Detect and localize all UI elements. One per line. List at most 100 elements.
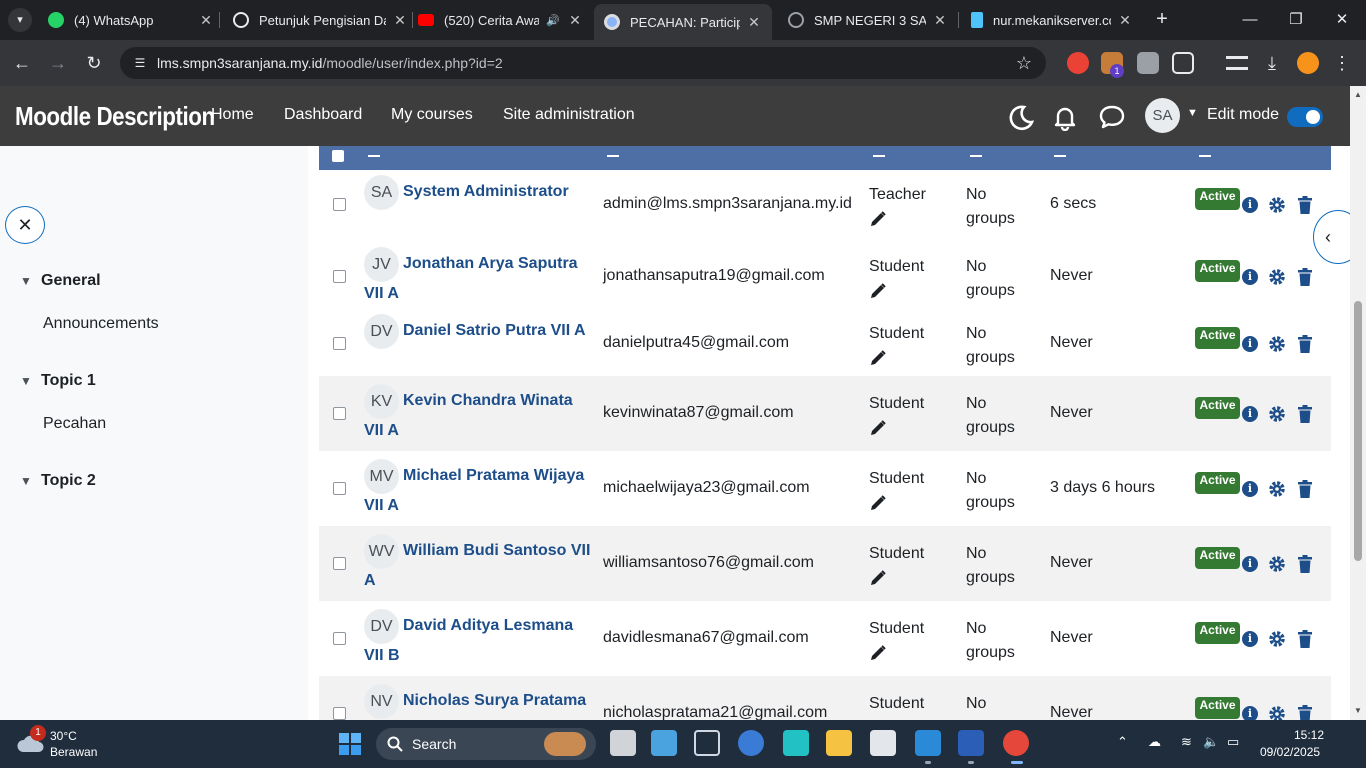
gear-icon[interactable]	[1268, 705, 1286, 720]
moon-icon[interactable]	[1007, 103, 1035, 131]
chevron-up-icon[interactable]: ⌃	[1117, 734, 1128, 750]
scroll-down-arrow[interactable]: ▼	[1353, 706, 1363, 715]
chevron-down-icon[interactable]: ▼	[20, 274, 34, 288]
close-icon[interactable]: ✕	[567, 12, 583, 29]
taskbar-search[interactable]: Search	[376, 728, 596, 760]
forward-button[interactable]: →	[46, 51, 70, 75]
tab-whatsapp[interactable]: (4) WhatsApp ✕	[48, 6, 214, 34]
user-fullname-link[interactable]: David Aditya Lesmana VII B	[364, 611, 594, 671]
sort-indicator[interactable]	[970, 155, 982, 157]
chevron-down-icon[interactable]: ▼	[20, 474, 34, 488]
pencil-icon[interactable]	[869, 494, 887, 512]
tab-search-button[interactable]: ▾	[8, 8, 32, 32]
user-fullname-link[interactable]: Kevin Chandra Winata VII A	[364, 386, 594, 446]
temperature[interactable]: 30°C	[50, 729, 77, 743]
scroll-thumb[interactable]	[1354, 301, 1362, 561]
nav-home[interactable]: Home	[211, 106, 254, 124]
app-icon[interactable]	[738, 730, 764, 756]
close-icon[interactable]: ✕	[746, 14, 762, 31]
nav-site-administration[interactable]: Site administration	[503, 106, 635, 124]
virtualbox-icon[interactable]	[694, 730, 720, 756]
tab-pecahan-participants[interactable]: PECAHAN: Participan ✕	[594, 4, 772, 40]
app-icon[interactable]	[783, 730, 809, 756]
close-icon[interactable]: ✕	[932, 12, 948, 29]
user-avatar[interactable]: SA	[1145, 98, 1180, 133]
window-close-button[interactable]: ✕	[1330, 8, 1354, 32]
kebab-menu-icon[interactable]: ⋮	[1330, 51, 1354, 75]
new-tab-button[interactable]: +	[1150, 8, 1174, 32]
tab-mekanikserver[interactable]: nur.mekanikserver.co ✕	[971, 6, 1133, 34]
gear-icon[interactable]	[1268, 630, 1286, 648]
chat-bubble-icon[interactable]	[1098, 103, 1126, 131]
row-select-checkbox[interactable]	[333, 707, 346, 720]
bitcoin-icon[interactable]	[1297, 52, 1319, 74]
pencil-icon[interactable]	[869, 210, 887, 228]
speaker-icon[interactable]: 🔊	[545, 14, 561, 27]
scroll-up-arrow[interactable]: ▲	[1353, 90, 1363, 99]
row-select-checkbox[interactable]	[333, 557, 346, 570]
select-all-checkbox[interactable]	[332, 150, 344, 162]
pencil-icon[interactable]	[869, 569, 887, 587]
bookmark-star-icon[interactable]: ☆	[1016, 53, 1032, 74]
gear-icon[interactable]	[1268, 335, 1286, 353]
sort-indicator[interactable]	[1199, 155, 1211, 157]
maximize-button[interactable]: ❐	[1284, 8, 1308, 32]
pencil-icon[interactable]	[869, 282, 887, 300]
reading-list-icon[interactable]	[1226, 56, 1248, 70]
user-fullname-link[interactable]: Daniel Satrio Putra VII A	[364, 316, 594, 346]
puzzle-icon[interactable]	[1172, 52, 1194, 74]
trash-icon[interactable]	[1297, 705, 1313, 720]
clock-date[interactable]: 09/02/2025	[1260, 745, 1320, 759]
trash-icon[interactable]	[1297, 405, 1313, 423]
task-view-icon[interactable]	[610, 730, 636, 756]
widgets-app-icon[interactable]	[651, 730, 677, 756]
tab-smp-negeri[interactable]: SMP NEGERI 3 SARAN ✕	[788, 6, 948, 34]
word-icon[interactable]	[958, 730, 984, 756]
minimize-button[interactable]: —	[1238, 8, 1262, 32]
sort-indicator[interactable]	[873, 155, 885, 157]
trash-icon[interactable]	[1297, 480, 1313, 498]
user-fullname-link[interactable]: Michael Pratama Wijaya VII A	[364, 461, 594, 521]
chevron-down-icon[interactable]: ▼	[1187, 107, 1198, 119]
vscode-icon[interactable]	[915, 730, 941, 756]
info-icon[interactable]: i	[1242, 269, 1258, 285]
row-select-checkbox[interactable]	[333, 337, 346, 350]
bell-icon[interactable]	[1051, 103, 1079, 131]
extension-icon[interactable]	[1067, 52, 1089, 74]
close-icon[interactable]: ✕	[198, 12, 214, 29]
pencil-icon[interactable]	[869, 419, 887, 437]
trash-icon[interactable]	[1297, 196, 1313, 214]
info-icon[interactable]: i	[1242, 197, 1258, 213]
info-icon[interactable]: i	[1242, 406, 1258, 422]
gear-icon[interactable]	[1268, 405, 1286, 423]
info-icon[interactable]: i	[1242, 336, 1258, 352]
gear-icon[interactable]	[1268, 268, 1286, 286]
back-button[interactable]: ←	[10, 51, 34, 75]
user-fullname-link[interactable]: Nicholas Surya Pratama	[364, 686, 594, 716]
user-fullname-link[interactable]: William Budi Santoso VII A	[364, 536, 594, 596]
chevron-down-icon[interactable]: ▼	[20, 374, 34, 388]
cloud-offline-icon[interactable]: ☁	[1148, 734, 1161, 750]
speaker-icon[interactable]: 🔈	[1203, 734, 1219, 750]
pencil-icon[interactable]	[869, 349, 887, 367]
activity-announcements[interactable]: Announcements	[43, 315, 159, 333]
section-general[interactable]: ▼ General	[20, 272, 101, 290]
row-select-checkbox[interactable]	[333, 632, 346, 645]
gear-icon[interactable]	[1268, 196, 1286, 214]
info-icon[interactable]: i	[1242, 481, 1258, 497]
section-topic-1[interactable]: ▼ Topic 1	[20, 372, 96, 390]
sort-indicator[interactable]	[1054, 155, 1066, 157]
wifi-icon[interactable]: ≋	[1181, 734, 1192, 750]
trash-icon[interactable]	[1297, 630, 1313, 648]
tab-youtube[interactable]: (520) Cerita Awal 🔊 ✕	[418, 6, 583, 34]
close-drawer-button[interactable]: ✕	[5, 206, 45, 244]
download-icon[interactable]: ⤓	[1260, 51, 1284, 75]
info-icon[interactable]: i	[1242, 631, 1258, 647]
row-select-checkbox[interactable]	[333, 482, 346, 495]
row-select-checkbox[interactable]	[333, 270, 346, 283]
activity-pecahan[interactable]: Pecahan	[43, 415, 106, 433]
file-explorer-icon[interactable]	[826, 730, 852, 756]
pencil-icon[interactable]	[869, 644, 887, 662]
nav-dashboard[interactable]: Dashboard	[284, 106, 362, 124]
section-topic-2[interactable]: ▼ Topic 2	[20, 472, 96, 490]
